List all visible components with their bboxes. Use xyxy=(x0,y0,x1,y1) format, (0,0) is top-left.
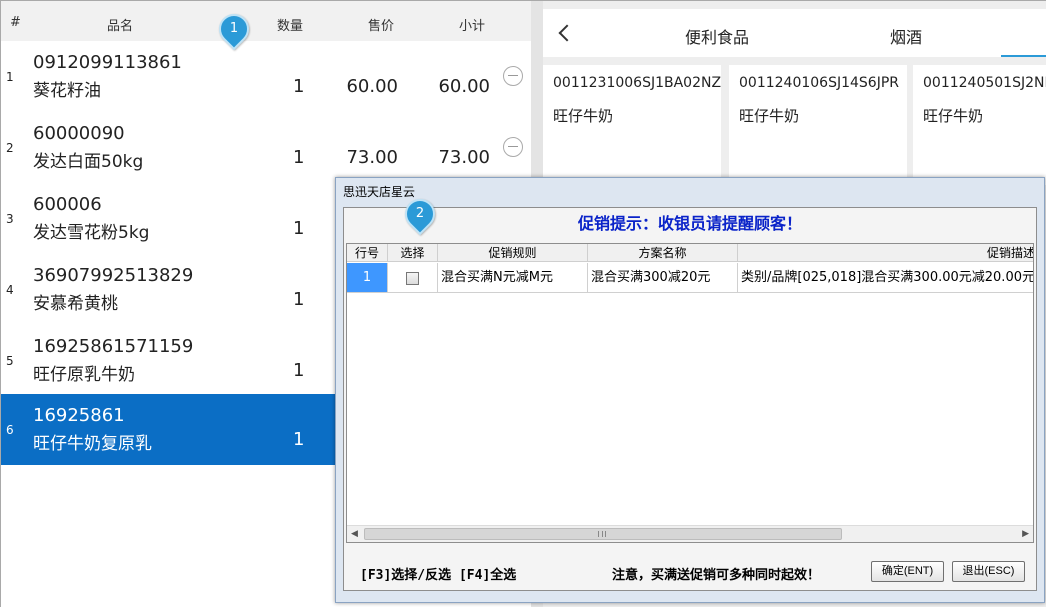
grid-header: 行号 选择 促销规则 方案名称 促销描述 xyxy=(347,244,1033,262)
pos-window: # 品名 数量 售价 小计 1 0912099113861 葵花籽油 1 60.… xyxy=(0,0,1046,607)
col-desc: 促销描述 xyxy=(738,244,1033,262)
tab-indicator xyxy=(1001,55,1046,57)
shortcut-hint: [F3]选择/反选 [F4]全选 xyxy=(360,568,517,583)
dialog-title: 思迅天店星云 xyxy=(343,185,416,199)
col-name-header: 品名 xyxy=(107,19,134,34)
item-code: 16925861 xyxy=(33,405,125,426)
tab-tobacco-liquor[interactable]: 烟酒 xyxy=(890,24,922,48)
item-code: 60000090 xyxy=(33,123,125,144)
item-qty: 1 xyxy=(293,76,305,97)
scroll-left-icon[interactable]: ◀ xyxy=(351,529,358,539)
col-select: 选择 xyxy=(388,244,438,262)
row-index: 5 xyxy=(6,354,14,368)
col-price-header: 售价 xyxy=(368,19,395,34)
confirm-button[interactable]: 确定(ENT) xyxy=(871,561,944,582)
item-code: 36907992513829 xyxy=(33,265,194,286)
promotion-dialog: 思迅天店星云 促销提示：收银员请提醒顾客！ 行号 选择 促销规则 方案名称 促销… xyxy=(335,177,1045,603)
product-code: 0011240106SJ14S6JPR xyxy=(739,75,899,91)
item-subtotal: 60.00 xyxy=(438,76,490,97)
col-plan: 方案名称 xyxy=(588,244,738,262)
item-qty: 1 xyxy=(293,147,305,168)
item-name: 葵花籽油 xyxy=(33,81,101,101)
item-qty: 1 xyxy=(293,429,305,450)
item-qty: 1 xyxy=(293,289,305,310)
horizontal-scrollbar[interactable]: ◀ ▶ xyxy=(347,525,1033,542)
desc-cell: 类别/品牌[025,018]混合买满300.00元减20.00元 xyxy=(738,263,1033,293)
item-code: 16925861571159 xyxy=(33,336,194,357)
marker-number: 1 xyxy=(229,21,239,36)
product-code: 0011240501SJ2NM xyxy=(923,75,1046,91)
col-row-no: 行号 xyxy=(347,244,388,262)
promotion-grid: 行号 选择 促销规则 方案名称 促销描述 1 混合买满N元减M元 混合买满300… xyxy=(346,243,1034,543)
product-name: 旺仔牛奶 xyxy=(923,107,984,125)
category-tabs: 便利食品 烟酒 xyxy=(543,9,1046,57)
row-index: 3 xyxy=(6,212,14,226)
product-code: 0011231006SJ1BA02NZ xyxy=(553,75,722,91)
plan-cell: 混合买满300减20元 xyxy=(588,263,738,293)
cart-row[interactable]: 1 0912099113861 葵花籽油 1 60.00 60.00 xyxy=(1,41,531,112)
row-index: 1 xyxy=(6,70,14,84)
exit-button[interactable]: 退出(ESC) xyxy=(952,561,1025,582)
col-qty-header: 数量 xyxy=(277,19,304,34)
product-name: 旺仔牛奶 xyxy=(553,107,614,125)
row-index: 4 xyxy=(6,283,14,297)
item-name: 旺仔牛奶复原乳 xyxy=(33,434,152,454)
tab-convenience-food[interactable]: 便利食品 xyxy=(685,24,749,48)
promotion-row[interactable]: 1 混合买满N元减M元 混合买满300减20元 类别/品牌[025,018]混合… xyxy=(347,263,1033,293)
promotion-note: 注意，买满送促销可多种同时起效！ xyxy=(612,568,821,583)
item-name: 安慕希黄桃 xyxy=(33,294,118,314)
row-index: 2 xyxy=(6,141,14,155)
col-index-header: # xyxy=(10,15,21,30)
remove-item-icon[interactable] xyxy=(503,66,523,86)
item-price: 60.00 xyxy=(346,76,398,97)
dialog-body: 促销提示：收银员请提醒顾客！ 行号 选择 促销规则 方案名称 促销描述 1 混合… xyxy=(343,207,1037,591)
scroll-thumb[interactable] xyxy=(364,528,842,540)
item-qty: 1 xyxy=(293,360,305,381)
item-price: 73.00 xyxy=(346,147,398,168)
item-code: 0912099113861 xyxy=(33,52,182,73)
select-checkbox[interactable] xyxy=(406,272,419,285)
cart-header: # 品名 数量 售价 小计 xyxy=(1,1,531,41)
item-subtotal: 73.00 xyxy=(438,147,490,168)
item-name: 发达白面50kg xyxy=(33,152,144,172)
col-subtotal-header: 小计 xyxy=(459,19,486,34)
back-arrow-icon[interactable] xyxy=(555,21,575,45)
grip-icon xyxy=(598,531,606,537)
item-code: 600006 xyxy=(33,194,102,215)
item-name: 旺仔原乳牛奶 xyxy=(33,365,135,385)
row-index: 6 xyxy=(6,423,14,437)
marker-number: 2 xyxy=(415,206,425,221)
item-name: 发达雪花粉5kg xyxy=(33,223,150,243)
remove-item-icon[interactable] xyxy=(503,137,523,157)
col-rule: 促销规则 xyxy=(438,244,588,262)
promotion-heading: 促销提示：收银员请提醒顾客！ xyxy=(577,214,802,233)
product-name: 旺仔牛奶 xyxy=(739,107,800,125)
product-card[interactable]: 0011231006SJ1BA02NZ 旺仔牛奶 xyxy=(543,65,721,185)
scroll-right-icon[interactable]: ▶ xyxy=(1022,529,1029,539)
product-card[interactable]: 0011240106SJ14S6JPR 旺仔牛奶 xyxy=(729,65,907,185)
select-cell xyxy=(388,263,438,293)
row-number: 1 xyxy=(347,263,388,293)
item-qty: 1 xyxy=(293,218,305,239)
rule-cell: 混合买满N元减M元 xyxy=(438,263,588,293)
product-card[interactable]: 0011240501SJ2NM 旺仔牛奶 xyxy=(913,65,1046,185)
cart-row[interactable]: 2 60000090 发达白面50kg 1 73.00 73.00 xyxy=(1,112,531,183)
